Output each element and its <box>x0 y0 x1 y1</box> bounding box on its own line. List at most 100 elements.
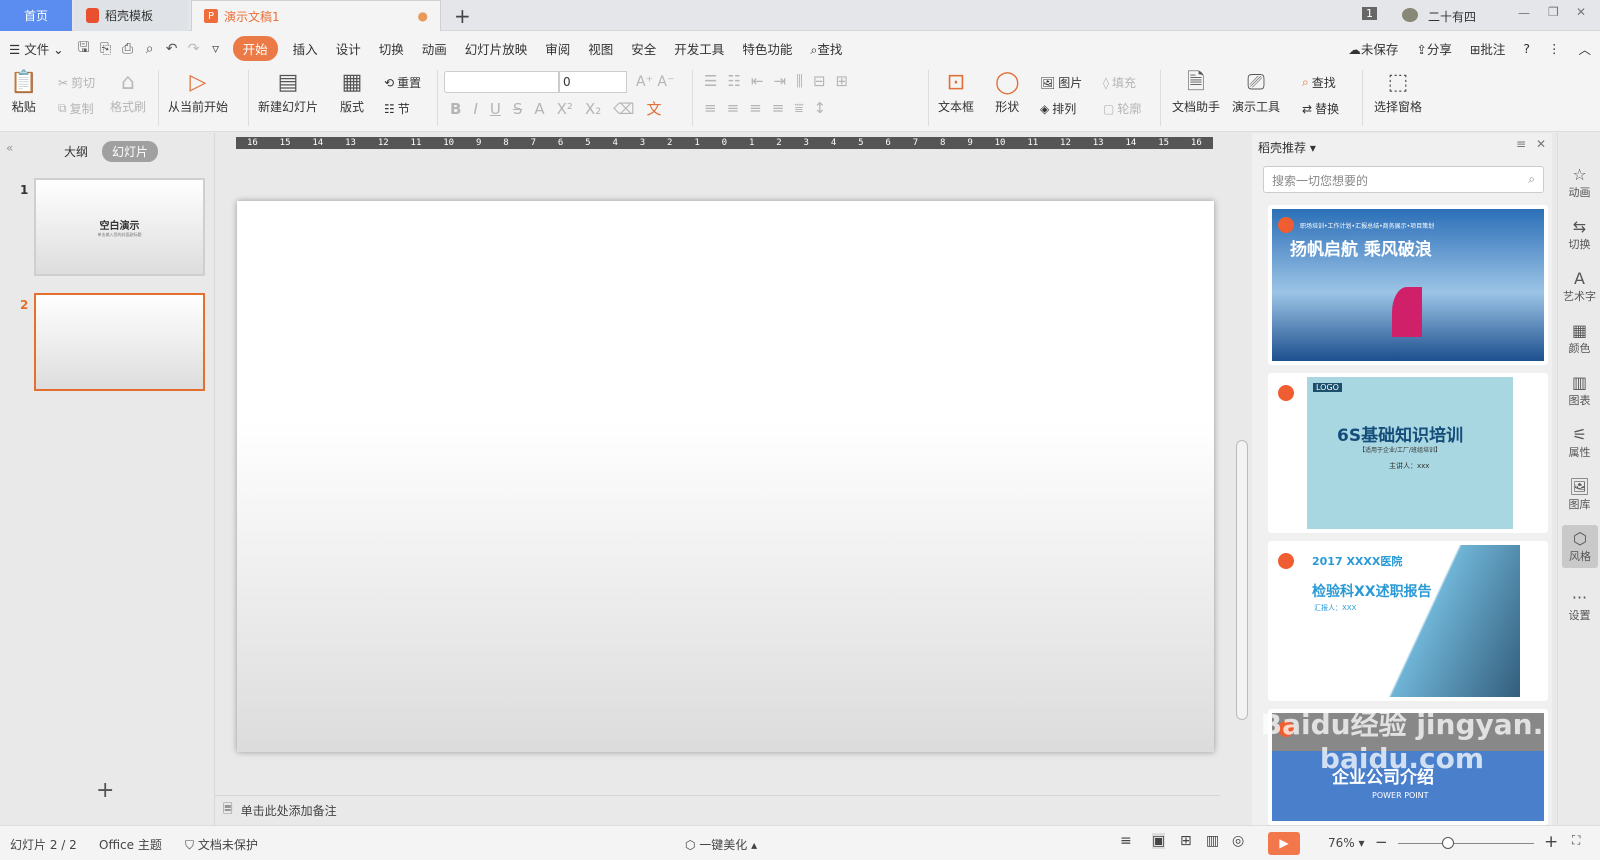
sidebar-color[interactable]: ▦ 颜色 <box>1558 321 1600 356</box>
cut-button[interactable]: ✂ 剪切 <box>58 74 95 91</box>
find-button[interactable]: ⌕ 查找 <box>1302 74 1336 91</box>
reset-button[interactable]: ⟲ 重置 <box>384 74 421 91</box>
textbox-button[interactable]: ⊡ 文本框 <box>938 68 974 115</box>
panel-close-icon[interactable]: ✕ <box>1536 137 1546 151</box>
restore-button[interactable]: ❐ <box>1548 5 1559 19</box>
sidebar-chart[interactable]: ▥ 图表 <box>1558 373 1600 408</box>
zoom-select[interactable]: 76% ▾ <box>1328 836 1365 850</box>
play-from-current-button[interactable]: ▷ 从当前开始 <box>168 68 228 115</box>
phonetic-icon[interactable]: 文 <box>646 98 661 119</box>
new-tab-button[interactable]: + <box>454 4 471 28</box>
columns-icon[interactable]: ⊞ <box>836 72 849 90</box>
bold-icon[interactable]: B <box>450 100 461 118</box>
normal-view-icon[interactable]: ▣ <box>1152 833 1166 849</box>
slide-canvas[interactable] <box>237 201 1214 752</box>
presenter-view-icon[interactable]: ◎ <box>1232 833 1244 849</box>
unsaved-button[interactable]: ☁未保存 <box>1339 39 1407 58</box>
menu-tab-design[interactable]: 设计 <box>327 39 370 58</box>
tab-docer[interactable]: 稻壳模板 <box>74 0 188 31</box>
template-card[interactable]: LOGO 6S基础知识培训 【适用于企业/工厂/班组培训】 主讲人：xxx <box>1268 373 1548 533</box>
collapse-ribbon-icon[interactable]: ︿ <box>1569 39 1600 58</box>
close-button[interactable]: ✕ <box>1576 5 1586 19</box>
minimize-button[interactable]: — <box>1518 6 1530 20</box>
add-slide-button[interactable]: + <box>96 778 114 803</box>
font-family-select[interactable] <box>444 71 559 93</box>
menu-tab-developer[interactable]: 开发工具 <box>665 39 733 58</box>
format-painter-button[interactable]: ⌂ 格式刷 <box>110 68 146 115</box>
reading-view-icon[interactable]: ▥ <box>1206 833 1219 849</box>
print-icon[interactable]: ⎙ <box>117 41 139 57</box>
template-card[interactable]: 职场培训•工作计划•汇报总结•商务展示•项目策划 扬帆启航 乘风破浪 <box>1268 205 1548 365</box>
justify-icon[interactable]: ≡ <box>772 99 785 117</box>
template-card[interactable]: 2017 XXXX医院 检验科XX述职报告 汇报人：XXX <box>1268 541 1548 701</box>
doc-helper-button[interactable]: 🗎 文档助手 <box>1172 68 1220 115</box>
collapse-panel-icon[interactable]: « <box>6 141 13 155</box>
comment-button[interactable]: ⊞批注 <box>1461 39 1515 58</box>
font-size-select[interactable]: 0 <box>559 71 627 93</box>
new-slide-button[interactable]: ▤ 新建幻灯片 <box>258 68 318 115</box>
theme-name[interactable]: Office 主题 <box>99 836 162 853</box>
strike-icon[interactable]: S <box>513 100 523 118</box>
sidebar-transition[interactable]: ⇆ 切换 <box>1558 217 1600 252</box>
sidebar-gallery[interactable]: 🖼 图库 <box>1558 477 1600 512</box>
zoom-in-button[interactable]: + <box>1544 832 1558 852</box>
menu-tab-security[interactable]: 安全 <box>622 39 665 58</box>
sorter-view-icon[interactable]: ⊞ <box>1180 833 1192 849</box>
fill-button[interactable]: ◊ 填充 <box>1103 74 1136 91</box>
user-name[interactable]: 二十有四 <box>1428 8 1476 25</box>
section-button[interactable]: ☷ 节 <box>384 100 410 117</box>
paste-button[interactable]: 📋 粘贴 <box>10 68 37 115</box>
subscript-icon[interactable]: X₂ <box>585 100 601 118</box>
align-text-icon[interactable]: ⊟ <box>813 72 826 90</box>
menu-tab-transition[interactable]: 切换 <box>370 39 413 58</box>
font-color-icon[interactable]: A <box>534 100 544 118</box>
share-button[interactable]: ⇪分享 <box>1407 39 1461 58</box>
slides-tab[interactable]: 幻灯片 <box>102 141 159 162</box>
distribute-icon[interactable]: ⩸ <box>794 99 803 117</box>
underline-icon[interactable]: U <box>490 100 501 118</box>
undo-icon[interactable]: ↶ <box>161 41 183 57</box>
sidebar-settings[interactable]: ··· 设置 <box>1558 588 1600 623</box>
copy-button[interactable]: ⧉ 复制 <box>58 100 94 117</box>
arrange-button[interactable]: ◈ 排列 <box>1040 100 1076 117</box>
menu-tab-view[interactable]: 视图 <box>579 39 622 58</box>
text-direction-icon[interactable]: ⫼ <box>796 72 803 90</box>
more-icon[interactable]: ⋮ <box>1539 41 1570 56</box>
zoom-slider[interactable] <box>1398 837 1534 849</box>
protect-status[interactable]: ⛉ 文档未保护 <box>185 836 258 853</box>
sidebar-style[interactable]: ⬡ 风格 <box>1562 525 1598 568</box>
line-spacing-icon[interactable]: ↕ <box>813 99 826 117</box>
selection-pane-button[interactable]: ⬚ 选择窗格 <box>1374 68 1422 115</box>
customize-icon[interactable]: ▿ <box>205 41 227 57</box>
menu-tab-insert[interactable]: 插入 <box>284 39 327 58</box>
slideshow-play-button[interactable]: ▶ <box>1268 832 1300 855</box>
outdent-icon[interactable]: ⇥ <box>773 72 786 90</box>
panel-menu-icon[interactable]: ≡ <box>1516 137 1526 151</box>
sidebar-wordart[interactable]: A 艺术字 <box>1558 269 1600 304</box>
save-icon[interactable]: 🖫 <box>73 37 95 61</box>
template-search-input[interactable]: 搜索一切您想要的 ⌕ <box>1263 166 1544 193</box>
menu-tab-slideshow[interactable]: 幻灯片放映 <box>456 39 537 58</box>
italic-icon[interactable]: I <box>473 100 477 118</box>
outline-tab[interactable]: 大纲 <box>64 143 88 160</box>
menu-search[interactable]: ⌕查找 <box>801 39 851 58</box>
notes-area[interactable]: 🗏 单击此处添加备注 <box>215 795 1220 825</box>
file-menu[interactable]: ☰ 文件 ⌄ <box>0 39 73 58</box>
replace-button[interactable]: ⇄ 替换 <box>1302 100 1339 117</box>
avatar[interactable] <box>1402 8 1418 22</box>
notes-toggle-icon[interactable]: ≡ <box>1120 833 1132 849</box>
export-icon[interactable]: ⎘ <box>95 41 117 57</box>
menu-tab-home[interactable]: 开始 <box>232 36 278 61</box>
tab-home[interactable]: 首页 <box>0 0 72 31</box>
panel-title[interactable]: 稻壳推荐 ▾ <box>1258 139 1316 156</box>
shape-button[interactable]: ◯ 形状 <box>995 68 1020 115</box>
numbering-icon[interactable]: ☷ <box>727 72 740 90</box>
outline-button[interactable]: ▢ 轮廓 <box>1103 100 1141 117</box>
picture-button[interactable]: 🖼 图片 <box>1040 74 1082 91</box>
menu-tab-animation[interactable]: 动画 <box>413 39 456 58</box>
fit-window-icon[interactable]: ⛶ <box>1572 833 1580 848</box>
align-right-icon[interactable]: ≡ <box>749 99 762 117</box>
preview-icon[interactable]: ⌕ <box>139 41 161 57</box>
align-left-icon[interactable]: ≡ <box>704 99 717 117</box>
align-center-icon[interactable]: ≡ <box>727 99 740 117</box>
